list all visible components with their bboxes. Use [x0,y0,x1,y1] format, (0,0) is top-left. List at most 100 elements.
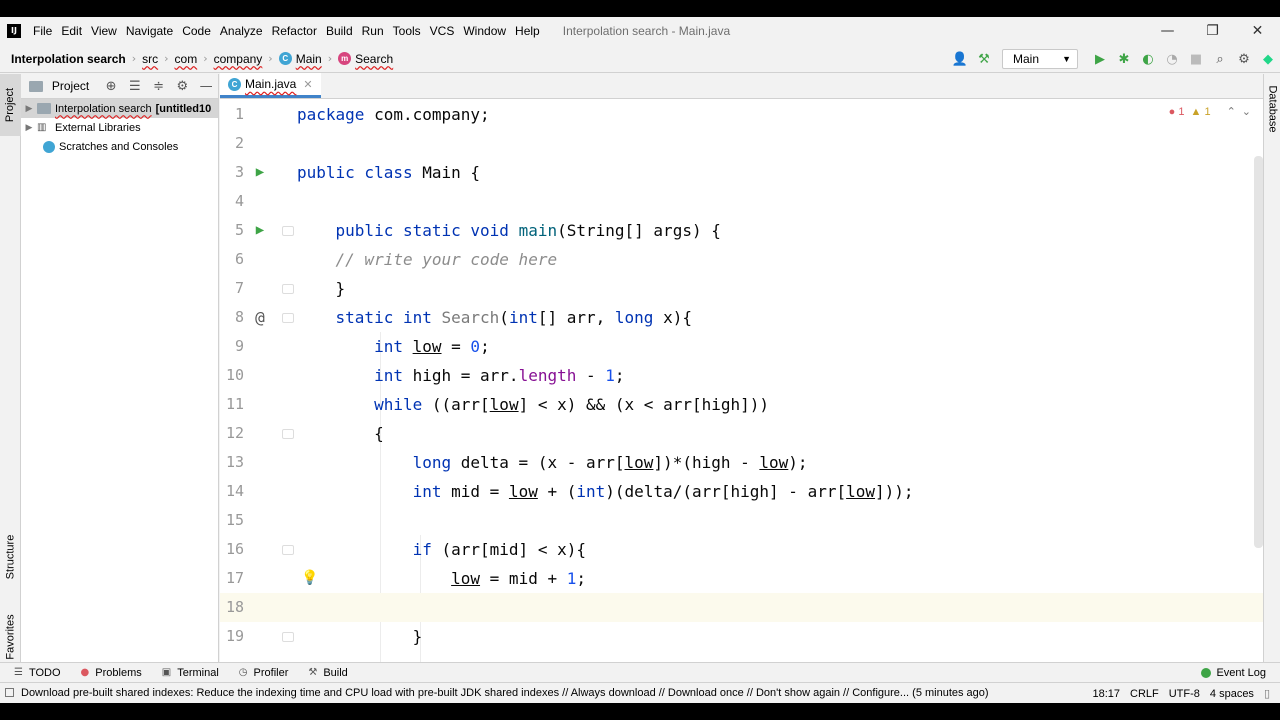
collapse-all-icon[interactable]: ≑ [147,79,171,94]
hide-panel-icon[interactable]: — [194,79,218,94]
run-gutter-icon[interactable]: ▶ [250,216,270,245]
tool-todo[interactable]: ☰ TODO [14,667,61,679]
profile-icon[interactable]: ◔ [1160,49,1184,69]
code-text: int high = arr.length - 1; [374,366,625,385]
menu-refactor[interactable]: Refactor [272,24,317,38]
bottom-tool-bar: ☰ TODO ● Problems ▣ Terminal ◷ Profiler ⚒ Bui… [0,662,1280,682]
breadcrumb-search-method[interactable]: m Search [338,52,393,66]
menu-edit[interactable]: Edit [61,24,82,38]
code-line: 4 [220,187,1263,216]
menu-navigate[interactable]: Navigate [126,24,173,38]
terminal-icon: ▣ [161,667,172,678]
line-number: 12 [225,424,244,442]
code-text: package com.company; [297,105,490,124]
code-line: 6 // write your code here [220,245,1263,274]
implementation-at-icon[interactable]: @ [250,303,270,332]
menu-code[interactable]: Code [182,24,211,38]
window-title: Interpolation search - Main.java [562,24,731,38]
fold-icon[interactable] [282,545,294,555]
chevron-right-icon[interactable]: ▶ [21,123,37,133]
fold-icon[interactable] [282,226,294,236]
tool-terminal[interactable]: ▣ Terminal [162,667,219,679]
menu-window[interactable]: Window [463,24,506,38]
chevron-right-icon[interactable]: ▶ [21,104,37,114]
tool-tab-project[interactable]: Project [0,74,21,136]
editor-tab-main-java[interactable]: C Main.java ✕ [220,73,321,98]
line-separator[interactable]: CRLF [1130,688,1159,700]
menu-file[interactable]: File [33,24,52,38]
code-line-current: 18 [220,593,1263,622]
line-number: 2 [234,134,244,152]
indent-setting[interactable]: 4 spaces [1210,688,1254,700]
tool-problems[interactable]: ● Problems [81,667,142,679]
tree-item-external-libraries-label: External Libraries [55,121,141,134]
caret-position[interactable]: 18:17 [1092,688,1120,700]
project-panel-title[interactable]: Project [52,79,89,93]
line-number: 13 [225,453,244,471]
code-line: 5 ▶ public static void main(String[] args… [220,216,1263,245]
menu-run[interactable]: Run [362,24,384,38]
run-icon[interactable]: ▶ [1088,49,1112,69]
tool-tab-favorites[interactable]: Favorites [0,604,21,670]
search-everywhere-icon[interactable]: ⌕ [1208,49,1232,69]
expand-all-icon[interactable]: ☰ [123,79,147,94]
fold-icon[interactable] [282,313,294,323]
menu-help[interactable]: Help [515,24,540,38]
chevron-right-icon: › [268,52,273,65]
fold-icon[interactable] [282,284,294,294]
panel-settings-gear-icon[interactable]: ⚙ [170,79,194,94]
debug-icon[interactable]: ✱ [1112,49,1136,69]
code-text: long delta = (x - arr[low])*(high - low)… [412,453,808,472]
tool-tab-structure[interactable]: Structure [0,522,21,592]
lock-icon[interactable]: ▯ [1264,687,1270,700]
tool-tab-database-label: Database [1266,85,1279,133]
fold-icon[interactable] [282,429,294,439]
minimize-button[interactable]: — [1145,17,1190,45]
menu-build[interactable]: Build [326,24,353,38]
scratches-icon [43,140,55,153]
breadcrumb-main-class[interactable]: C Main [278,52,322,66]
status-message[interactable]: Download pre-built shared indexes: Reduc… [5,687,989,699]
stop-icon[interactable]: ■ [1184,49,1208,69]
coverage-icon[interactable]: ◐ [1136,49,1160,69]
breadcrumb-com[interactable]: com [175,52,198,66]
breadcrumb-company[interactable]: company [214,52,263,66]
build-hammer-icon[interactable]: ⚒ [972,49,996,69]
tool-event-log[interactable]: Event Log [1201,663,1266,683]
code-line: 8 @ static int Search(int[] arr, long x){ [220,303,1263,332]
code-line: 10 int high = arr.length - 1; [220,361,1263,390]
tree-item-project[interactable]: ▶ Interpolation search [untitled10 [21,99,218,118]
breadcrumb-project[interactable]: Interpolation search [11,52,126,66]
code-editor[interactable]: ● 1 ▲ 1 ⌃ ⌄ 1 package com.company; 2 3 ▶ pu… [220,100,1263,662]
locate-icon[interactable]: ⊕ [99,79,123,94]
jetbrains-toolbox-icon[interactable]: ◆ [1256,49,1280,69]
status-right: 18:17 CRLF UTF-8 4 spaces ▯ [1092,683,1280,703]
tool-tab-database[interactable]: Database [1264,74,1280,144]
menu-tools[interactable]: Tools [393,24,421,38]
close-tab-icon[interactable]: ✕ [303,78,312,91]
settings-gear-icon[interactable]: ⚙ [1232,49,1256,69]
tree-item-external-libraries[interactable]: ▶ ▥ External Libraries [21,118,218,137]
breadcrumb-src[interactable]: src [142,52,158,66]
tool-build[interactable]: ⚒ Build [308,667,347,679]
restore-button[interactable]: ❐ [1190,17,1235,45]
navigation-bar: Interpolation search › src › com › compa… [0,45,1280,73]
menu-analyze[interactable]: Analyze [220,24,263,38]
code-line: 13 long delta = (x - arr[low])*(high - l… [220,448,1263,477]
line-number: 18 [225,598,244,616]
tree-item-scratches[interactable]: Scratches and Consoles [21,137,218,156]
code-text: int low = 0; [374,337,490,356]
chevron-down-icon: ▼ [1062,54,1071,64]
menu-view[interactable]: View [91,24,117,38]
menu-vcs[interactable]: VCS [430,24,455,38]
tree-item-project-suffix: [untitled10 [155,102,212,115]
run-gutter-icon[interactable]: ▶ [250,158,270,187]
close-window-button[interactable]: ✕ [1235,17,1280,45]
file-encoding[interactable]: UTF-8 [1169,688,1200,700]
library-icon: ▥ [37,122,47,133]
tool-profiler[interactable]: ◷ Profiler [239,667,289,679]
user-icon[interactable]: 👤 [948,49,972,69]
run-configuration-select[interactable]: Main ▼ [1002,49,1078,69]
fold-icon[interactable] [282,632,294,642]
line-number: 11 [225,395,244,413]
